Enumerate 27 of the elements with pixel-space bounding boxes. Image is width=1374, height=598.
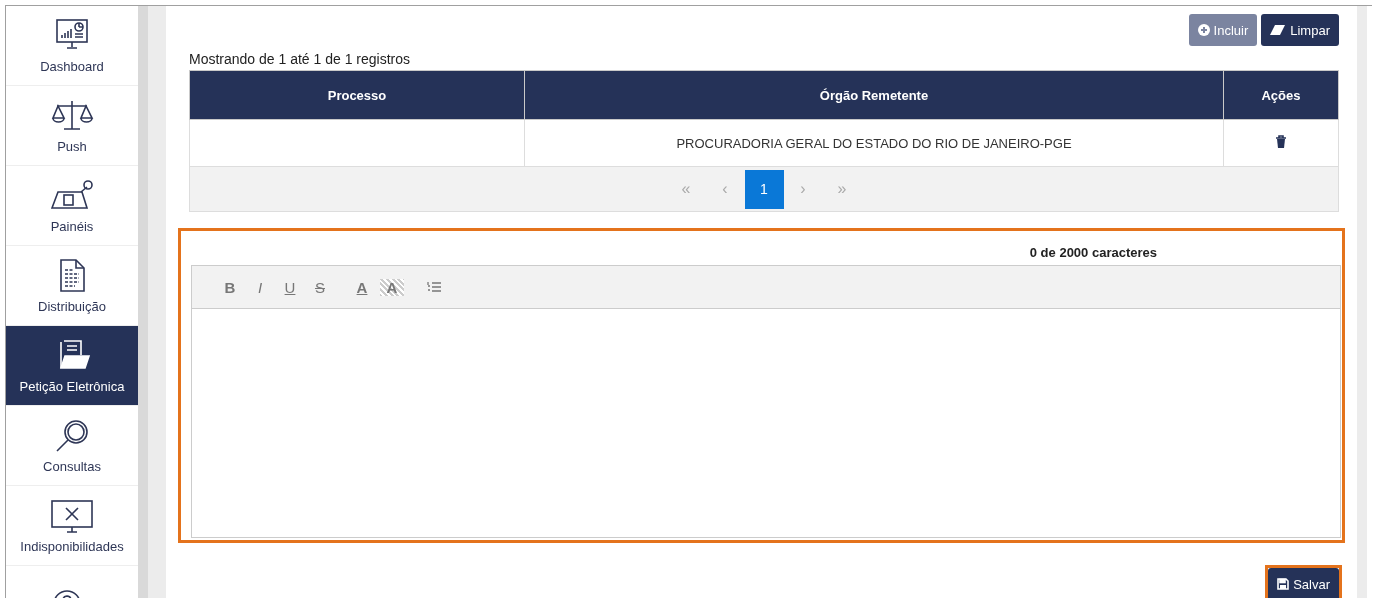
- page-link[interactable]: 1: [744, 169, 784, 209]
- text-editor[interactable]: B I U S A A: [191, 265, 1341, 538]
- sidebar-item[interactable]: Petição Eletrônica: [6, 326, 138, 406]
- plus-circle-icon: [1197, 24, 1210, 36]
- character-counter: 0 de 2000 caracteres: [1028, 245, 1157, 262]
- page-link[interactable]: ‹: [705, 169, 745, 209]
- delete-button[interactable]: [1275, 134, 1287, 149]
- eraser-icon: [1270, 24, 1287, 36]
- trash-icon: [1275, 134, 1287, 149]
- underline-button[interactable]: U: [278, 278, 302, 296]
- column-header: Órgão Remetente: [524, 70, 1224, 120]
- page-link[interactable]: ›: [783, 169, 823, 209]
- record-count: Mostrando de 1 até 1 de 1 registros: [189, 51, 412, 67]
- column-header: Processo: [189, 70, 525, 120]
- column-header: Ações: [1223, 70, 1339, 120]
- numbered-list-icon: [427, 281, 441, 293]
- italic-button[interactable]: I: [248, 278, 272, 296]
- bold-button[interactable]: B: [218, 278, 242, 296]
- monitor-x-icon: [49, 497, 95, 534]
- clear-button[interactable]: Limpar: [1261, 14, 1339, 46]
- page-link[interactable]: «: [666, 169, 706, 209]
- highlight-button[interactable]: A: [380, 278, 404, 296]
- color-button[interactable]: A: [350, 278, 374, 296]
- save-button[interactable]: Salvar: [1268, 568, 1339, 598]
- strike-button[interactable]: S: [308, 278, 332, 296]
- page-link[interactable]: »: [822, 169, 862, 209]
- table-cell: PROCURADORIA GERAL DO ESTADO DO RIO DE JANEIRO-PGE: [524, 119, 1224, 167]
